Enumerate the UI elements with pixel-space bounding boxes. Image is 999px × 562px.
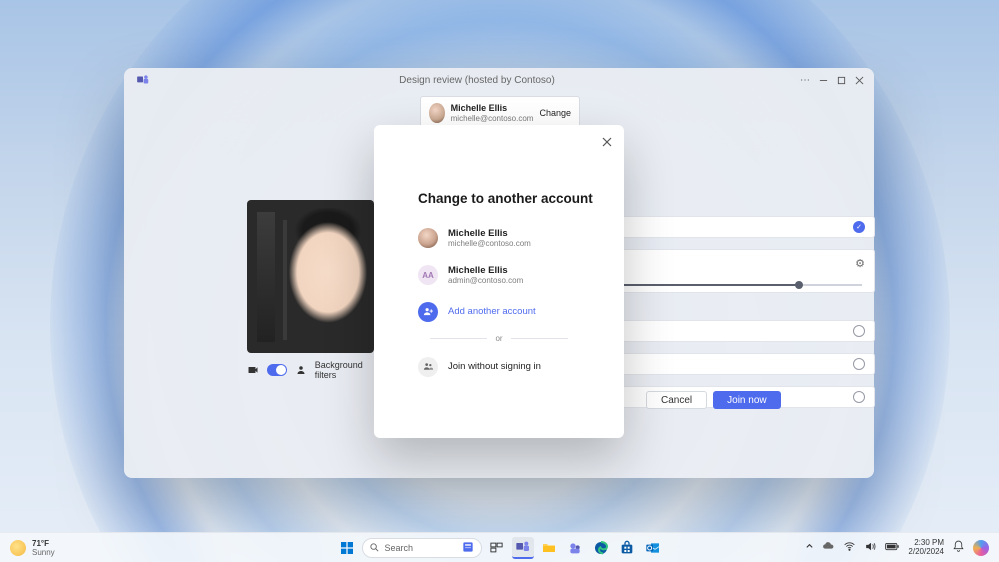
minimize-button[interactable] (814, 71, 832, 89)
avatar (418, 228, 438, 248)
audio-device-row[interactable]: ⚙ (619, 249, 875, 293)
add-account-label: Add another account (448, 306, 536, 317)
window-title: Design review (hosted by Contoso) (158, 75, 796, 86)
maximize-button[interactable] (832, 71, 850, 89)
account-email: michelle@contoso.com (448, 239, 531, 249)
sun-icon (10, 540, 26, 556)
audio-option-room[interactable] (619, 353, 875, 375)
account-email: michelle@contoso.com (451, 114, 534, 124)
titlebar: Design review (hosted by Contoso) ⋯ (124, 68, 874, 92)
account-name: Michelle Ellis (448, 228, 531, 239)
audio-option-computer[interactable]: ✓ (619, 216, 875, 238)
start-button[interactable] (336, 537, 358, 559)
teams-prejoin-window: Design review (hosted by Contoso) ⋯ Mich… (124, 68, 874, 478)
weather-condition: Sunny (32, 548, 55, 557)
tray-onedrive-icon[interactable] (822, 540, 835, 555)
add-person-icon (418, 302, 438, 322)
cancel-button[interactable]: Cancel (646, 391, 707, 409)
radio-icon (853, 358, 865, 370)
taskbar-app-teams-chat[interactable] (564, 537, 586, 559)
add-account-option[interactable]: Add another account (390, 298, 608, 326)
volume-slider[interactable] (619, 284, 862, 286)
device-options: ✓ ⚙ (619, 216, 875, 419)
teams-app-icon (136, 73, 150, 87)
radio-icon (853, 391, 865, 403)
gear-icon: ⚙ (855, 257, 865, 270)
join-guest-option[interactable]: Join without signing in (390, 353, 608, 381)
video-preview-column: Background filters (247, 200, 374, 380)
account-option[interactable]: AA Michelle Ellis admin@contoso.com (390, 261, 608, 290)
camera-toggle[interactable] (267, 364, 287, 376)
divider: or (430, 334, 568, 343)
avatar (429, 103, 445, 123)
search-placeholder: Search (385, 543, 414, 553)
taskbar-search[interactable]: Search (362, 538, 482, 558)
taskbar-app-teams[interactable] (512, 537, 534, 559)
radio-icon (853, 325, 865, 337)
audio-option-phone[interactable] (619, 320, 875, 342)
more-button[interactable]: ⋯ (796, 71, 814, 89)
person-icon (295, 364, 307, 376)
dialog-title: Change to another account (418, 191, 608, 206)
taskbar-app-explorer[interactable] (538, 537, 560, 559)
copilot-button[interactable] (973, 540, 989, 556)
account-name: Michelle Ellis (448, 265, 523, 276)
change-account-link[interactable]: Change (539, 108, 571, 118)
tray-notifications-icon[interactable] (952, 540, 965, 555)
taskbar-app-edge[interactable] (590, 537, 612, 559)
tray-clock[interactable]: 2:30 PM 2/20/2024 (908, 539, 944, 557)
change-account-dialog: Change to another account Michelle Ellis… (374, 125, 624, 438)
account-name: Michelle Ellis (451, 103, 534, 114)
taskbar: 71°F Sunny Search (0, 532, 999, 562)
taskbar-app-outlook[interactable] (642, 537, 664, 559)
tray-volume-icon[interactable] (864, 540, 877, 555)
tray-wifi-icon[interactable] (843, 540, 856, 555)
weather-temp: 71°F (32, 539, 55, 548)
task-view-button[interactable] (486, 537, 508, 559)
people-icon (418, 357, 438, 377)
tray-chevron-icon[interactable] (805, 542, 814, 553)
account-option[interactable]: Michelle Ellis michelle@contoso.com (390, 224, 608, 253)
guest-label: Join without signing in (448, 361, 541, 372)
weather-widget[interactable]: 71°F Sunny (10, 539, 55, 557)
avatar-initials: AA (418, 265, 438, 285)
dialog-close-button[interactable] (600, 135, 614, 149)
tray-battery-icon[interactable] (885, 541, 900, 554)
video-preview (247, 200, 374, 353)
join-now-button[interactable]: Join now (713, 391, 780, 409)
background-filters-link[interactable]: Background filters (315, 360, 374, 380)
or-label: or (495, 334, 502, 343)
check-icon: ✓ (853, 221, 865, 233)
camera-icon (247, 364, 259, 376)
tray-date: 2/20/2024 (908, 548, 944, 557)
close-button[interactable] (850, 71, 868, 89)
taskbar-app-store[interactable] (616, 537, 638, 559)
search-icon (369, 542, 380, 553)
account-email: admin@contoso.com (448, 276, 523, 286)
search-highlight-icon (461, 540, 475, 556)
